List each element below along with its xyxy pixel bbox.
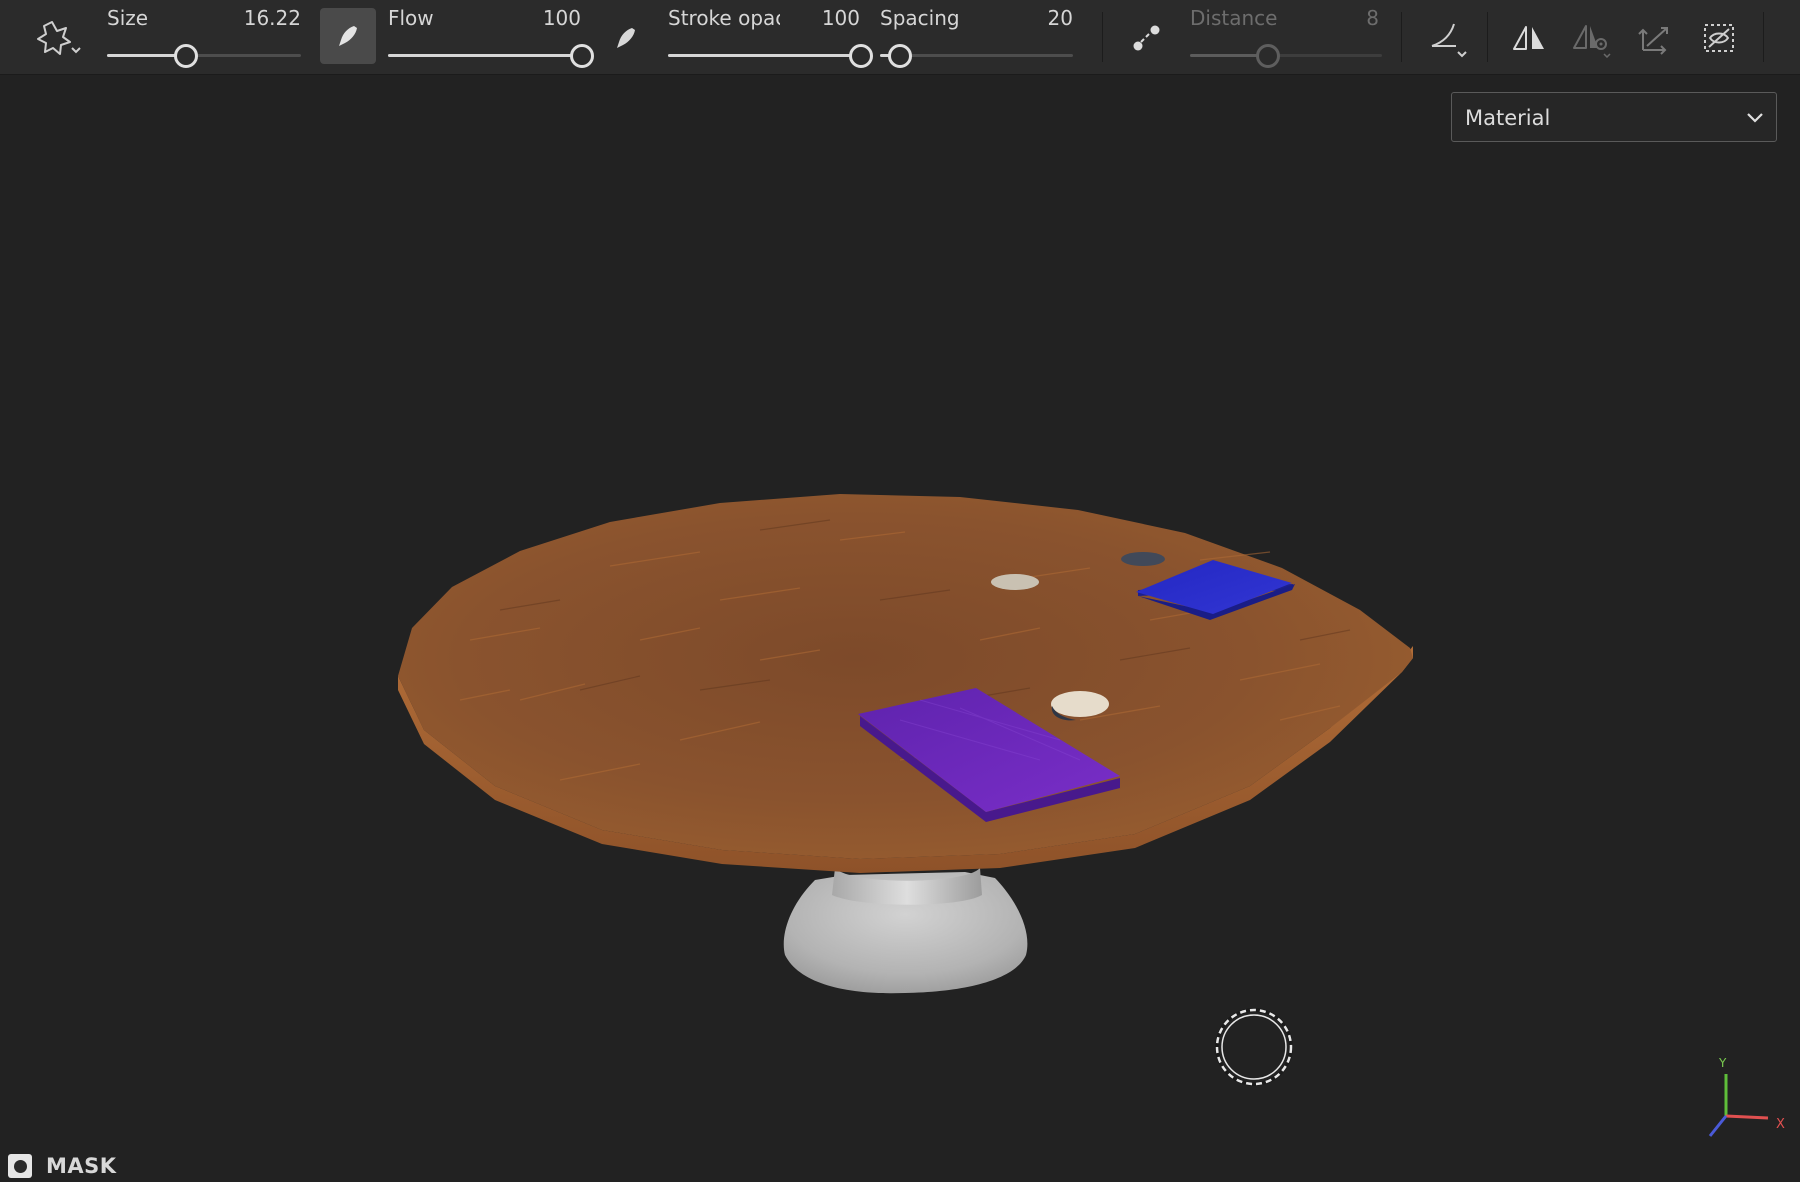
size-fill bbox=[107, 54, 185, 57]
lazy-mouse-icon bbox=[1133, 25, 1160, 51]
axis-x-label: X bbox=[1776, 1117, 1785, 1132]
mask-label: MASK bbox=[46, 1154, 117, 1178]
distance-slider[interactable]: Distance 8 bbox=[1190, 0, 1382, 74]
flow-slider[interactable]: Flow 100 bbox=[388, 0, 594, 74]
size-slider[interactable]: Size 16.22 bbox=[107, 0, 301, 74]
stroke-opacity-thumb[interactable] bbox=[849, 44, 873, 68]
stencil-star-icon bbox=[37, 21, 81, 55]
brush-cursor bbox=[1215, 1008, 1293, 1086]
opacity-pressure-button[interactable] bbox=[600, 14, 652, 62]
3d-viewport[interactable] bbox=[0, 75, 1800, 1182]
stroke-opacity-slider[interactable]: Stroke opacity 100 bbox=[668, 0, 873, 74]
spacing-thumb[interactable] bbox=[888, 44, 913, 68]
size-thumb[interactable] bbox=[173, 44, 198, 68]
distance-value[interactable]: 8 bbox=[1366, 6, 1379, 30]
table-top[interactable] bbox=[398, 494, 1413, 873]
stroke-opacity-fill bbox=[668, 54, 860, 57]
toolbar-separator bbox=[1401, 12, 1402, 62]
stroke-opacity-label: Stroke opacity bbox=[668, 6, 780, 30]
axis-y-label: Y bbox=[1718, 1056, 1727, 1070]
hide-selection-icon bbox=[1704, 24, 1734, 52]
brush-toolbar: Size 16.22 Flow 100 Stroke opa 100 Spaci… bbox=[0, 0, 1800, 75]
axis-z bbox=[1708, 1115, 1728, 1137]
lazy-mouse-button[interactable] bbox=[1120, 14, 1172, 62]
alignment-button[interactable] bbox=[1418, 14, 1478, 64]
hide-selection-button[interactable] bbox=[1692, 14, 1746, 62]
distance-label: Distance bbox=[1190, 6, 1278, 30]
coin[interactable] bbox=[991, 574, 1039, 590]
flow-pressure-button[interactable] bbox=[320, 8, 376, 64]
flow-thumb[interactable] bbox=[570, 44, 594, 68]
spacing-value[interactable]: 20 bbox=[1048, 6, 1073, 30]
axis-x bbox=[1725, 1114, 1769, 1120]
size-label: Size bbox=[107, 6, 149, 30]
coin[interactable] bbox=[1051, 691, 1109, 717]
spacing-track[interactable] bbox=[880, 44, 1073, 68]
size-value[interactable]: 16.22 bbox=[244, 6, 301, 30]
painter-window: Size 16.22 Flow 100 Stroke opa 100 Spaci… bbox=[0, 0, 1800, 1182]
mask-icon bbox=[8, 1154, 32, 1178]
flow-fill bbox=[388, 54, 581, 57]
spacing-slider[interactable]: Spacing 20 bbox=[880, 0, 1073, 74]
axis-gizmo: Y X bbox=[1708, 1056, 1785, 1137]
symmetry-icon bbox=[1513, 26, 1544, 50]
pen-pressure-icon bbox=[339, 26, 357, 46]
mask-indicator[interactable]: MASK bbox=[8, 1152, 117, 1180]
table-pedestal[interactable] bbox=[783, 868, 1028, 994]
toolbar-separator bbox=[1102, 12, 1103, 62]
coin[interactable] bbox=[1121, 552, 1165, 566]
channel-dropdown-value: Material bbox=[1465, 106, 1551, 130]
scene-render[interactable] bbox=[0, 75, 1800, 1182]
flow-value[interactable]: 100 bbox=[543, 6, 581, 30]
flow-track[interactable] bbox=[388, 44, 594, 68]
symmetry-button[interactable] bbox=[1502, 14, 1556, 62]
flow-label: Flow bbox=[388, 6, 434, 30]
spacing-label: Spacing bbox=[880, 6, 960, 30]
alignment-curve-icon bbox=[1431, 23, 1467, 58]
symmetry-settings-button[interactable] bbox=[1564, 14, 1620, 62]
projection-button[interactable] bbox=[1628, 14, 1682, 62]
stroke-opacity-value[interactable]: 100 bbox=[822, 6, 860, 30]
distance-thumb[interactable] bbox=[1255, 44, 1280, 68]
symmetry-settings-icon bbox=[1573, 25, 1611, 58]
projection-icon bbox=[1638, 27, 1668, 55]
stroke-opacity-track[interactable] bbox=[668, 44, 873, 68]
channel-dropdown[interactable]: Material bbox=[1451, 92, 1777, 142]
distance-track[interactable] bbox=[1190, 44, 1382, 68]
size-track[interactable] bbox=[107, 44, 301, 68]
toolbar-separator bbox=[1487, 12, 1488, 62]
brush-shape-button[interactable] bbox=[30, 14, 86, 62]
pen-pressure-icon bbox=[617, 28, 635, 48]
chevron-down-icon bbox=[1744, 107, 1766, 131]
toolbar-separator bbox=[1763, 12, 1764, 62]
